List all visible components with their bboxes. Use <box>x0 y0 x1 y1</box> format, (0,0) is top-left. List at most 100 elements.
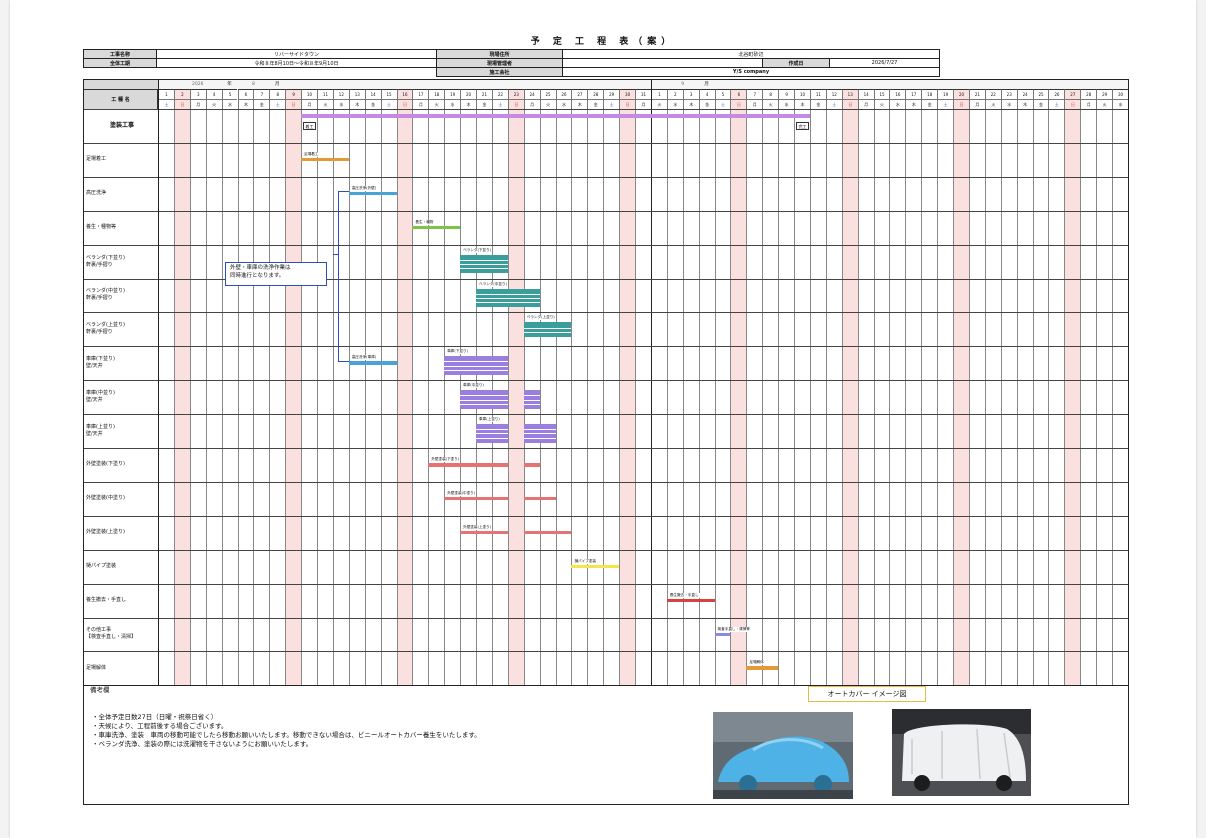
gantt-bar-stacked[interactable] <box>523 424 556 443</box>
weekday: 火 <box>539 99 556 109</box>
contractor-label: 施工会社 <box>436 67 563 77</box>
grid-vline <box>412 109 414 686</box>
row-label: その他工事 【検査手直し・清掃】 <box>86 627 137 641</box>
grid-vline <box>173 109 175 686</box>
grid-vline <box>650 109 653 686</box>
weekday: 金 <box>921 99 938 109</box>
grid-hline <box>84 651 1128 653</box>
weekday: 水 <box>1112 99 1128 109</box>
row-label: ベランダ(上並り) 軒裏/手摺り <box>86 322 125 336</box>
bar-label: 樋パイプ塗装 <box>573 558 597 564</box>
grid-vline <box>1032 109 1034 686</box>
day-number: 14 <box>364 89 381 99</box>
grid-hline <box>84 448 1128 449</box>
callout-pointer <box>332 254 338 256</box>
gantt-bar-stacked[interactable] <box>523 288 540 308</box>
bar-label: 養生撤去・手直し <box>668 592 700 598</box>
weekday: 木 <box>1016 99 1033 109</box>
gantt-bar[interactable] <box>746 666 779 670</box>
day-number: 13 <box>348 89 365 99</box>
header-blank <box>84 80 158 89</box>
gantt-bar-stacked[interactable] <box>523 390 540 409</box>
holiday-column <box>730 109 747 686</box>
gantt-bar[interactable] <box>444 496 508 501</box>
weekday: 木 <box>460 99 477 109</box>
weekday: 日 <box>285 99 302 109</box>
day-number: 7 <box>253 89 270 99</box>
day-number: 3 <box>189 89 206 99</box>
grid-vline <box>317 109 319 686</box>
gantt-bar[interactable] <box>523 530 572 535</box>
day-number: 28 <box>1080 89 1097 99</box>
gantt-bar-stacked[interactable] <box>444 356 508 376</box>
weekday: 日 <box>507 99 524 109</box>
gantt-bar[interactable] <box>714 632 731 636</box>
day-number: 19 <box>444 89 461 99</box>
day-number: 1 <box>158 89 174 99</box>
gantt-bar[interactable] <box>523 463 540 467</box>
gantt-bar[interactable] <box>412 225 461 230</box>
gantt-bar-stacked[interactable] <box>476 424 508 443</box>
gantt-bar[interactable] <box>571 564 620 569</box>
header-band <box>158 80 1128 89</box>
day-number: 26 <box>555 89 572 99</box>
gantt-bar[interactable] <box>301 157 349 162</box>
gantt-bar-stacked[interactable] <box>523 322 572 337</box>
day-number: 15 <box>873 89 890 99</box>
grid-vline <box>348 109 350 686</box>
gantt-bar[interactable] <box>301 114 810 118</box>
day-number: 21 <box>476 89 492 99</box>
gantt-bar-stacked[interactable] <box>460 390 508 409</box>
gantt-bar-stacked[interactable] <box>460 254 508 274</box>
gantt-bar[interactable] <box>523 496 556 501</box>
weekday: 土 <box>603 99 620 109</box>
grid-vline <box>507 109 509 686</box>
day-number: 29 <box>1096 89 1113 99</box>
row-label: 車庫(下並り) 壁/天井 <box>86 356 115 370</box>
weekday: 木 <box>682 99 699 109</box>
weekday: 火 <box>1096 99 1113 109</box>
grid-vline <box>1048 109 1050 686</box>
day-number: 25 <box>539 89 556 99</box>
grid-hline <box>84 583 1128 585</box>
day-number: 16 <box>396 89 413 99</box>
gantt-bar-stacked[interactable] <box>476 288 524 308</box>
grid-vline <box>1000 109 1002 686</box>
grid-vline <box>825 109 827 686</box>
day-number: 3 <box>682 89 699 99</box>
day-number: 4 <box>698 89 715 99</box>
bar-label: 外壁塗装(中塗り) <box>446 490 477 496</box>
bar-label: ベランダ(下並り) <box>462 247 493 253</box>
weekday: 土 <box>269 99 286 109</box>
period: 令和８年8月10日～令和８年9月10日 <box>156 58 437 68</box>
grid-vline <box>571 109 573 686</box>
row-label: ベランダ(下並り) 軒裏/手摺り <box>86 254 125 268</box>
weekday: 月 <box>301 99 317 109</box>
gantt-bar[interactable] <box>428 463 508 467</box>
day-number: 26 <box>1048 89 1065 99</box>
weekday: 水 <box>332 99 349 109</box>
bar-label: 検査手直し・清掃等 <box>716 626 751 632</box>
bar-label: 車庫(下並り) <box>446 349 469 355</box>
day-number: 18 <box>428 89 445 99</box>
day-number: 12 <box>825 89 842 99</box>
bar-label: 養生・種物 <box>414 219 435 225</box>
day-number: 25 <box>1032 89 1049 99</box>
weekday: 火 <box>650 99 667 109</box>
grid-vline <box>635 109 637 686</box>
grid-vline <box>730 109 732 686</box>
weekday: 水 <box>778 99 795 109</box>
gantt-bar[interactable] <box>460 530 508 535</box>
day-number: 5 <box>221 89 238 99</box>
weekday: 日 <box>396 99 413 109</box>
notes-heading: 備考欄 <box>90 686 110 694</box>
day-number: 18 <box>921 89 938 99</box>
schedule-grid: 2026 年 8 月 9 月工 種 名 1 土 2 日 3 月 4 火 5 水 6 木 7 金 8 土 9 日 10 月 11 火 12… <box>83 79 1129 805</box>
period-label: 全体工期 <box>83 58 157 68</box>
gantt-bar[interactable] <box>666 598 715 603</box>
gantt-bar[interactable] <box>348 361 397 365</box>
day-number: 17 <box>412 89 429 99</box>
day-number: 2 <box>173 89 190 99</box>
grid-vline <box>539 109 541 686</box>
gantt-bar[interactable] <box>348 191 397 196</box>
